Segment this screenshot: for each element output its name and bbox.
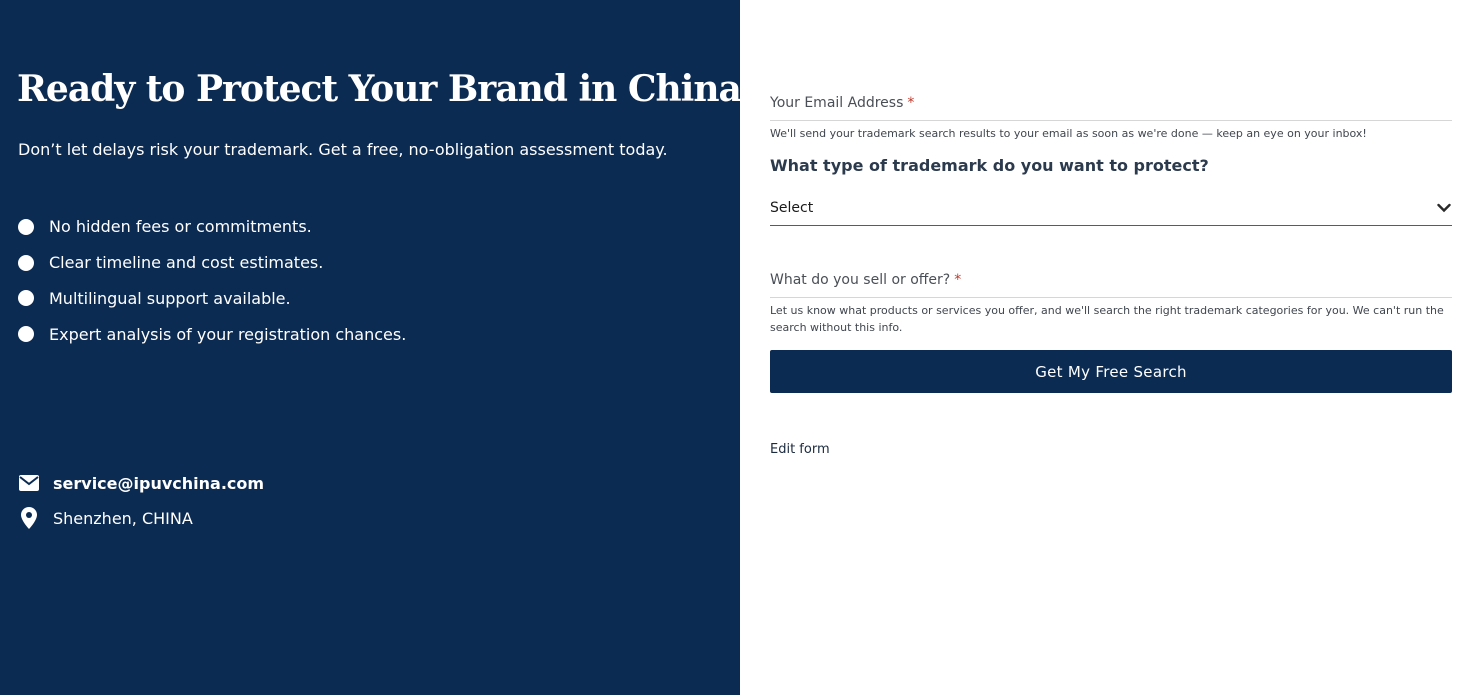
list-item-label: Multilingual support available. bbox=[49, 288, 291, 308]
contact-location-text: Shenzhen, CHINA bbox=[53, 508, 193, 528]
chevron-down-icon bbox=[1436, 200, 1452, 216]
list-item-label: Expert analysis of your registration cha… bbox=[49, 324, 407, 344]
hero-panel: Ready to Protect Your Brand in China? Do… bbox=[0, 0, 762, 695]
offering-field[interactable] bbox=[770, 297, 1452, 298]
email-label-text: Your Email Address bbox=[770, 95, 904, 111]
hero-subtitle: Don’t let delays risk your trademark. Ge… bbox=[18, 140, 668, 159]
offering-label: What do you sell or offer? * bbox=[770, 272, 961, 288]
list-item: Expert analysis of your registration cha… bbox=[18, 316, 406, 352]
bullet-dot-icon bbox=[18, 218, 34, 235]
list-item: No hidden fees or commitments. bbox=[18, 209, 406, 245]
list-item: Clear timeline and cost estimates. bbox=[18, 245, 406, 281]
map-pin-icon bbox=[18, 507, 40, 529]
select-value: Select bbox=[770, 199, 814, 216]
contact-email-text[interactable]: service@ipuvchina.com bbox=[53, 474, 264, 493]
email-label: Your Email Address * bbox=[770, 95, 914, 111]
email-help-text: We'll send your trademark search results… bbox=[770, 127, 1367, 140]
envelope-icon bbox=[18, 472, 40, 494]
trademark-type-select[interactable]: Select bbox=[770, 190, 1452, 226]
offering-help-text: Let us know what products or services yo… bbox=[770, 304, 1444, 334]
list-item-label: No hidden fees or commitments. bbox=[49, 217, 312, 237]
page-title: Ready to Protect Your Brand in China? bbox=[17, 68, 762, 110]
list-item-label: Clear timeline and cost estimates. bbox=[49, 253, 324, 273]
required-mark: * bbox=[907, 95, 915, 111]
bullet-dot-icon bbox=[18, 326, 34, 343]
trademark-type-question: What type of trademark do you want to pr… bbox=[770, 156, 1209, 175]
benefit-list: No hidden fees or commitments. Clear tim… bbox=[18, 209, 406, 352]
required-mark: * bbox=[954, 272, 962, 288]
contact-email[interactable]: service@ipuvchina.com bbox=[18, 472, 264, 494]
edit-form-link[interactable]: Edit form bbox=[770, 442, 830, 457]
contact-location: Shenzhen, CHINA bbox=[18, 507, 193, 529]
bullet-dot-icon bbox=[18, 290, 34, 307]
get-free-search-button[interactable]: Get My Free Search bbox=[770, 350, 1452, 393]
bullet-dot-icon bbox=[18, 254, 34, 271]
email-field[interactable] bbox=[770, 120, 1452, 121]
offering-label-text: What do you sell or offer? bbox=[770, 272, 951, 288]
list-item: Multilingual support available. bbox=[18, 281, 406, 317]
